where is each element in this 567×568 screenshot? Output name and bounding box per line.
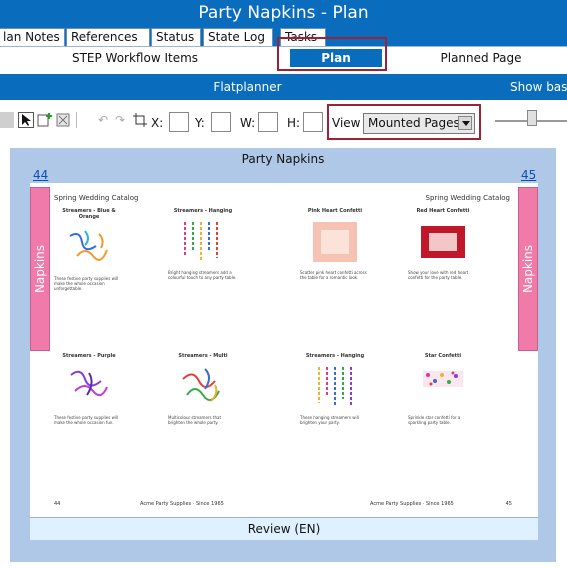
left-catalog-label: Spring Wedding Catalog xyxy=(54,194,139,202)
product-description: Scatter pink heart confetti across the t… xyxy=(300,270,367,280)
tab-step-workflow-items[interactable]: STEP Workflow Items xyxy=(20,47,250,69)
product-image xyxy=(179,365,227,409)
h-input[interactable] xyxy=(303,112,323,132)
product-description: Show your love with red heart confetti f… xyxy=(408,270,469,280)
product-card[interactable]: Streamers - Blue & Orange These festive … xyxy=(54,208,124,291)
toolbar-divider xyxy=(76,112,93,128)
page-spread: Party Napkins 44 45 Napkins Napkins Spri… xyxy=(10,148,556,562)
add-page-icon[interactable] xyxy=(37,112,53,128)
product-image xyxy=(419,220,467,264)
footer-right-page-number: 45 xyxy=(505,501,512,507)
product-description: Multicolour streamers that brighten the … xyxy=(168,415,222,425)
zoom-slider-thumb[interactable] xyxy=(527,110,537,126)
product-description: Bright hanging streamers add a colourful… xyxy=(168,270,237,280)
footer-left-text: Acme Party Supplies · Since 1965 xyxy=(140,501,224,507)
product-card[interactable]: Streamers - Multi Multicolour streamers … xyxy=(168,353,238,425)
undo-icon[interactable]: ↶ xyxy=(95,112,111,128)
product-name: Streamers - Purple xyxy=(62,353,116,359)
left-page-number-link[interactable]: 44 xyxy=(33,168,48,182)
product-name: Streamers - Hanging xyxy=(173,208,233,214)
y-label: Y: xyxy=(195,116,205,130)
spread-title: Party Napkins xyxy=(241,152,325,166)
footer-left-page-number: 44 xyxy=(54,501,61,507)
right-napkins-tab: Napkins xyxy=(518,187,538,351)
w-input[interactable] xyxy=(258,112,278,132)
product-card[interactable]: Red Heart Confetti Show your love with r… xyxy=(408,208,478,280)
product-image xyxy=(311,365,359,409)
product-description: Sprinkle star confetti for a sparkling p… xyxy=(408,415,461,425)
product-card[interactable]: Streamers - Purple These festive party s… xyxy=(54,353,124,425)
product-card[interactable]: Streamers - Hanging These hanging stream… xyxy=(300,353,370,425)
product-description: These hanging streamers will brighten yo… xyxy=(300,415,359,425)
h-label: H: xyxy=(287,116,301,130)
tab-plan-notes[interactable]: lan Notes xyxy=(0,28,65,46)
product-image xyxy=(179,220,227,264)
right-catalog-label: Spring Wedding Catalog xyxy=(425,194,510,202)
product-description: These festive party supplies will make t… xyxy=(54,276,119,291)
product-name: Red Heart Confetti xyxy=(416,208,470,214)
tab-state-log[interactable]: State Log xyxy=(203,28,273,46)
tab-references[interactable]: References xyxy=(66,28,150,46)
show-base-toggle[interactable]: Show bas xyxy=(510,74,567,100)
product-name: Streamers - Blue & Orange xyxy=(62,208,116,220)
crop-frame-icon[interactable] xyxy=(132,112,148,128)
tab-status[interactable]: Status xyxy=(151,28,201,46)
window-title: Party Napkins - Plan xyxy=(0,0,567,26)
flatplanner-title: Flatplanner xyxy=(213,80,282,94)
review-status-bar[interactable]: Review (EN) xyxy=(30,517,538,540)
page-canvas[interactable]: Napkins Napkins Spring Wedding Catalog S… xyxy=(30,183,538,517)
redo-icon[interactable]: ↷ xyxy=(112,112,128,128)
y-input[interactable] xyxy=(211,112,231,132)
right-page-number-link[interactable]: 45 xyxy=(521,168,536,182)
product-card[interactable]: Pink Heart Confetti Scatter pink heart c… xyxy=(300,208,370,280)
left-napkins-tab: Napkins xyxy=(30,187,50,351)
stop-icon[interactable] xyxy=(0,112,14,128)
x-input[interactable] xyxy=(169,112,189,132)
product-card[interactable]: Streamers - Hanging Bright hanging strea… xyxy=(168,208,238,280)
select-arrow-icon[interactable] xyxy=(18,112,34,128)
product-image xyxy=(419,365,467,409)
product-name: Pink Heart Confetti xyxy=(307,208,363,214)
footer-right-text: Acme Party Supplies · Since 1965 xyxy=(370,501,454,507)
w-label: W: xyxy=(240,116,256,130)
product-name: Star Confetti xyxy=(424,353,462,359)
product-name: Streamers - Multi xyxy=(178,353,228,359)
view-select-value: Mounted Pages xyxy=(368,116,460,130)
product-description: These festive party supplies will make t… xyxy=(54,415,119,425)
plan-tab-highlight xyxy=(277,37,387,71)
view-select[interactable]: Mounted Pages xyxy=(363,113,475,134)
product-image xyxy=(311,220,359,264)
flatplanner-toolbar: ↶ ↷ X: Y: W: H: View xyxy=(0,104,567,140)
product-image xyxy=(65,226,113,270)
flatplanner-bar: Flatplanner Show bas xyxy=(0,74,567,100)
chevron-down-icon[interactable] xyxy=(458,116,472,130)
tab-planned-page[interactable]: Planned Page xyxy=(395,47,567,69)
x-label: X: xyxy=(151,116,164,130)
product-image xyxy=(65,365,113,409)
remove-page-icon[interactable] xyxy=(56,112,72,128)
product-name: Streamers - Hanging xyxy=(305,353,365,359)
product-card[interactable]: Star Confetti Sprinkle star confetti for… xyxy=(408,353,478,425)
